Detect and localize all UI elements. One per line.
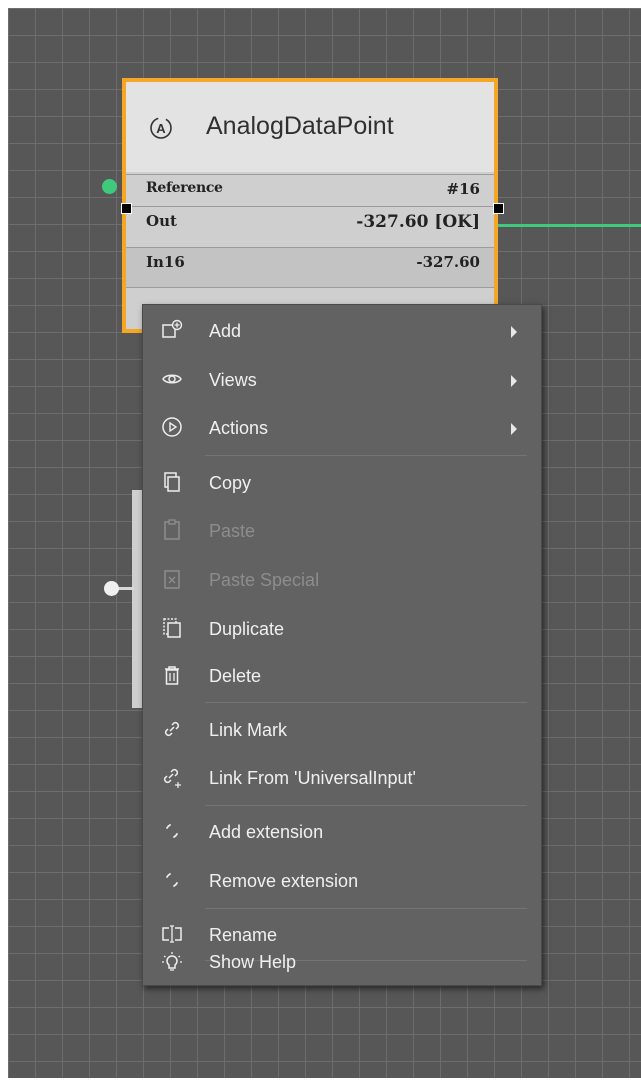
row-label: Reference	[146, 180, 223, 196]
menu-item-paste[interactable]: Paste	[143, 509, 541, 553]
menu-item-label: Add extension	[209, 822, 324, 842]
node-title: AnalogDataPoint	[206, 112, 394, 140]
selection-handle[interactable]	[493, 203, 504, 214]
white-port[interactable]	[104, 581, 119, 596]
selection-handle[interactable]	[121, 203, 132, 214]
row-label: In16	[146, 253, 185, 271]
menu-item-duplicate[interactable]: Duplicate	[143, 607, 541, 651]
menu-item-label: Duplicate	[209, 619, 285, 639]
menu-separator	[205, 702, 527, 703]
input-port[interactable]	[102, 179, 117, 194]
add-icon	[161, 319, 183, 341]
menu-item-add[interactable]: Add	[143, 309, 541, 353]
eye-icon	[161, 368, 183, 390]
row-reference[interactable]: Reference #16	[126, 174, 494, 204]
analog-icon: A	[148, 115, 174, 141]
menu-item-label: Paste Special	[209, 570, 320, 590]
row-value: #16	[446, 180, 480, 198]
menu-item-label: Link Mark	[209, 720, 288, 740]
submenu-arrow-icon	[511, 423, 517, 435]
duplicate-icon	[161, 617, 183, 639]
menu-separator	[205, 455, 527, 456]
paste-special-icon	[161, 568, 183, 590]
menu-item-add-extension[interactable]: Add extension	[143, 810, 541, 854]
row-out[interactable]: Out -327.60 [OK]	[126, 206, 494, 246]
link-from-icon	[161, 766, 183, 788]
menu-item-label: Paste	[209, 521, 256, 541]
menu-item-copy[interactable]: Copy	[143, 461, 541, 505]
menu-item-delete[interactable]: Delete	[143, 654, 541, 698]
link-icon	[161, 718, 183, 740]
node-header: A AnalogDataPoint	[126, 82, 494, 172]
row-label: Out	[146, 212, 177, 230]
menu-item-link-mark[interactable]: Link Mark	[143, 708, 541, 752]
menu-item-paste-special[interactable]: Paste Special	[143, 558, 541, 602]
menu-item-label: Remove extension	[209, 871, 359, 891]
paste-icon	[161, 519, 183, 541]
trash-icon	[161, 664, 183, 686]
row-in16[interactable]: In16 -327.60	[126, 247, 494, 287]
menu-item-show-help[interactable]: Show Help	[143, 941, 541, 983]
svg-text:A: A	[156, 121, 166, 136]
context-menu: Add Views Actions Copy Paste Paste Speci…	[142, 304, 542, 986]
menu-separator	[205, 805, 527, 806]
menu-item-views[interactable]: Views	[143, 358, 541, 402]
menu-item-link-from[interactable]: Link From 'UniversalInput'	[143, 756, 541, 800]
menu-item-remove-extension[interactable]: Remove extension	[143, 859, 541, 903]
menu-item-label: Link From 'UniversalInput'	[209, 768, 416, 788]
submenu-arrow-icon	[511, 375, 517, 387]
row-value: -327.60 [OK]	[356, 212, 480, 232]
row-value: -327.60	[416, 253, 480, 271]
submenu-arrow-icon	[511, 326, 517, 338]
copy-icon	[161, 471, 183, 493]
menu-item-label: Copy	[209, 473, 252, 493]
extension-icon	[161, 869, 183, 891]
extension-icon	[161, 820, 183, 842]
menu-item-actions[interactable]: Actions	[143, 406, 541, 450]
node-partial[interactable]	[132, 490, 142, 708]
analog-datapoint-node[interactable]: A AnalogDataPoint Reference #16 Out -327…	[122, 78, 498, 333]
play-icon	[161, 416, 183, 438]
menu-item-label: Show Help	[209, 952, 297, 972]
menu-item-label: Add	[209, 321, 242, 341]
menu-item-label: Views	[209, 370, 257, 390]
menu-item-label: Delete	[209, 666, 262, 686]
menu-separator	[205, 908, 527, 909]
menu-item-label: Actions	[209, 418, 269, 438]
lightbulb-icon	[161, 951, 183, 973]
output-wire[interactable]	[498, 224, 641, 227]
